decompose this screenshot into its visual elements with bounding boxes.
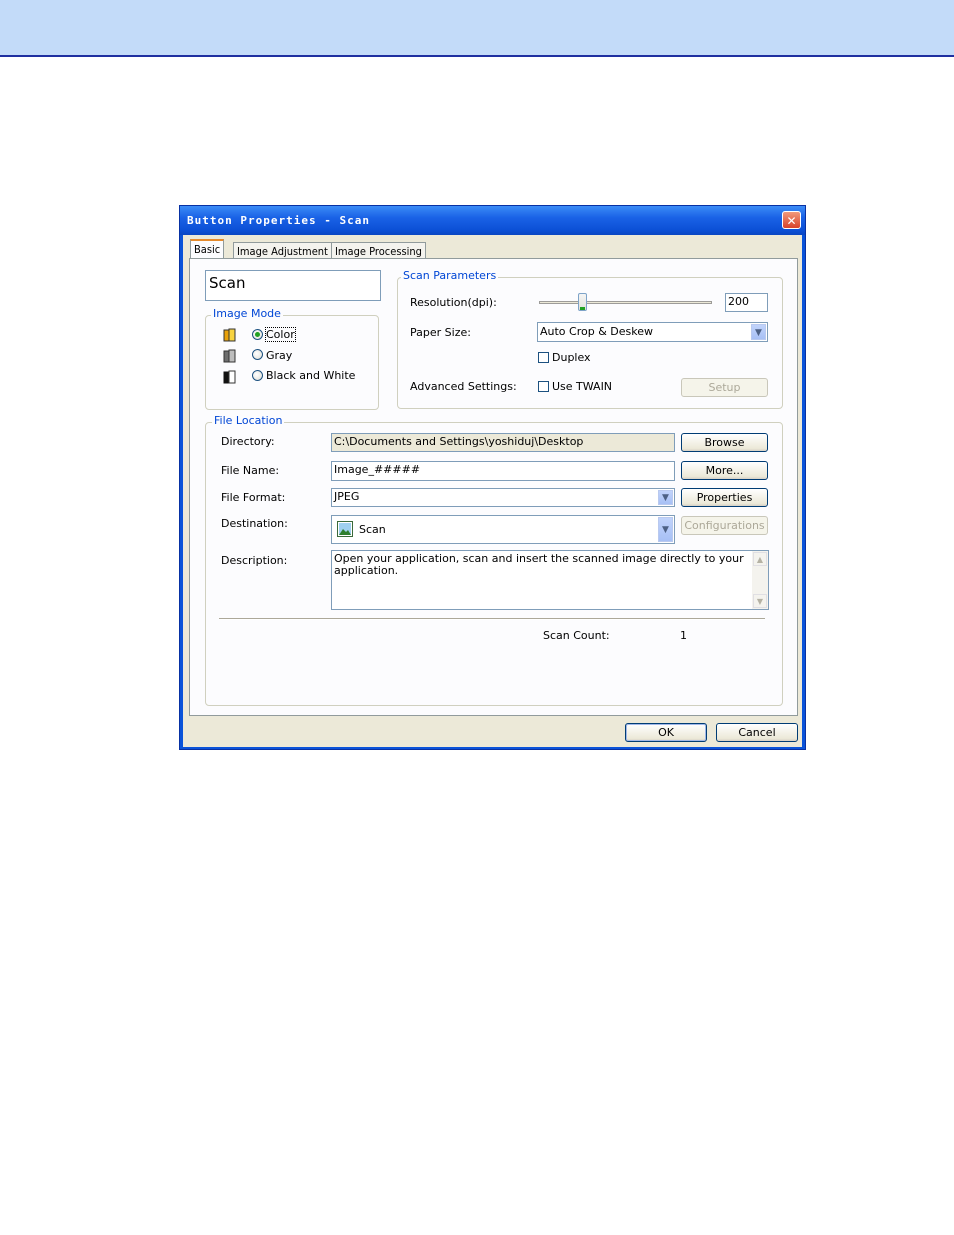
scan-count-label: Scan Count:: [543, 629, 610, 642]
configurations-button[interactable]: Configurations: [681, 516, 768, 535]
button-properties-dialog: Button Properties - Scan ✕ Basic Image A…: [179, 205, 806, 750]
use-twain-checkbox[interactable]: [538, 381, 549, 392]
black-and-white-radio[interactable]: [252, 370, 263, 381]
image-mode-legend: Image Mode: [211, 307, 283, 320]
scroll-up-icon[interactable]: ▲: [753, 552, 767, 566]
bw-document-icon: [223, 370, 236, 384]
dialog-client-area: Basic Image Adjustment Image Processing …: [183, 235, 802, 747]
scan-parameters-legend: Scan Parameters: [401, 269, 499, 282]
description-label: Description:: [221, 554, 288, 567]
directory-label: Directory:: [221, 435, 275, 448]
color-document-icon: [223, 328, 236, 342]
file-format-value: JPEG: [334, 490, 360, 503]
gray-label: Gray: [266, 349, 293, 362]
dialog-title: Button Properties - Scan: [187, 214, 370, 227]
page-header-band: [0, 0, 954, 57]
more-button[interactable]: More...: [681, 461, 768, 480]
file-location-legend: File Location: [212, 414, 285, 427]
resolution-input[interactable]: 200: [725, 293, 768, 312]
resolution-slider-track[interactable]: [539, 301, 712, 304]
advanced-settings-label: Advanced Settings:: [410, 380, 517, 393]
setup-button[interactable]: Setup: [681, 378, 768, 397]
image-scan-icon: [337, 521, 353, 537]
basic-tab-panel: Scan Image Mode Color Gray Black and Whi…: [189, 258, 798, 716]
black-and-white-label: Black and White: [266, 369, 356, 382]
paper-size-label: Paper Size:: [410, 326, 471, 339]
tab-basic[interactable]: Basic: [190, 239, 225, 259]
paper-size-select[interactable]: Auto Crop & Deskew ▼: [537, 322, 768, 342]
color-label: Color: [265, 327, 296, 342]
tab-image-adjustment[interactable]: Image Adjustment: [233, 242, 332, 259]
gray-radio[interactable]: [252, 349, 263, 360]
destination-value: Scan: [359, 523, 386, 536]
scroll-down-icon[interactable]: ▼: [753, 594, 767, 608]
duplex-label: Duplex: [552, 351, 591, 364]
duplex-checkbox[interactable]: [538, 352, 549, 363]
paper-size-value: Auto Crop & Deskew: [540, 325, 653, 338]
destination-select[interactable]: Scan ▼: [331, 515, 675, 544]
file-name-label: File Name:: [221, 464, 280, 477]
browse-button[interactable]: Browse: [681, 433, 768, 452]
separator-line: [219, 618, 765, 620]
color-radio[interactable]: [252, 329, 263, 340]
description-field[interactable]: Open your application, scan and insert t…: [331, 550, 769, 610]
dialog-title-bar[interactable]: Button Properties - Scan ✕: [180, 206, 805, 235]
resolution-label: Resolution(dpi):: [410, 296, 497, 309]
properties-button[interactable]: Properties: [681, 488, 768, 507]
ok-button[interactable]: OK: [625, 723, 707, 742]
file-format-select[interactable]: JPEG ▼: [331, 488, 675, 507]
close-icon[interactable]: ✕: [782, 211, 801, 229]
button-name-field[interactable]: Scan: [205, 270, 381, 301]
chevron-down-icon[interactable]: ▼: [658, 517, 673, 542]
destination-label: Destination:: [221, 517, 288, 530]
gray-document-icon: [223, 349, 236, 363]
description-text: Open your application, scan and insert t…: [334, 552, 744, 577]
directory-field[interactable]: C:\Documents and Settings\yoshiduj\Deskt…: [331, 433, 675, 452]
description-scrollbar[interactable]: ▲ ▼: [752, 551, 768, 609]
scan-count-value: 1: [680, 629, 687, 642]
tab-image-processing[interactable]: Image Processing: [331, 242, 426, 259]
resolution-slider-thumb[interactable]: [578, 293, 588, 311]
file-format-label: File Format:: [221, 491, 286, 504]
cancel-button[interactable]: Cancel: [716, 723, 798, 742]
chevron-down-icon[interactable]: ▼: [658, 490, 673, 505]
use-twain-label: Use TWAIN: [552, 380, 613, 393]
file-name-field[interactable]: Image_#####: [331, 461, 675, 481]
chevron-down-icon[interactable]: ▼: [751, 324, 766, 340]
